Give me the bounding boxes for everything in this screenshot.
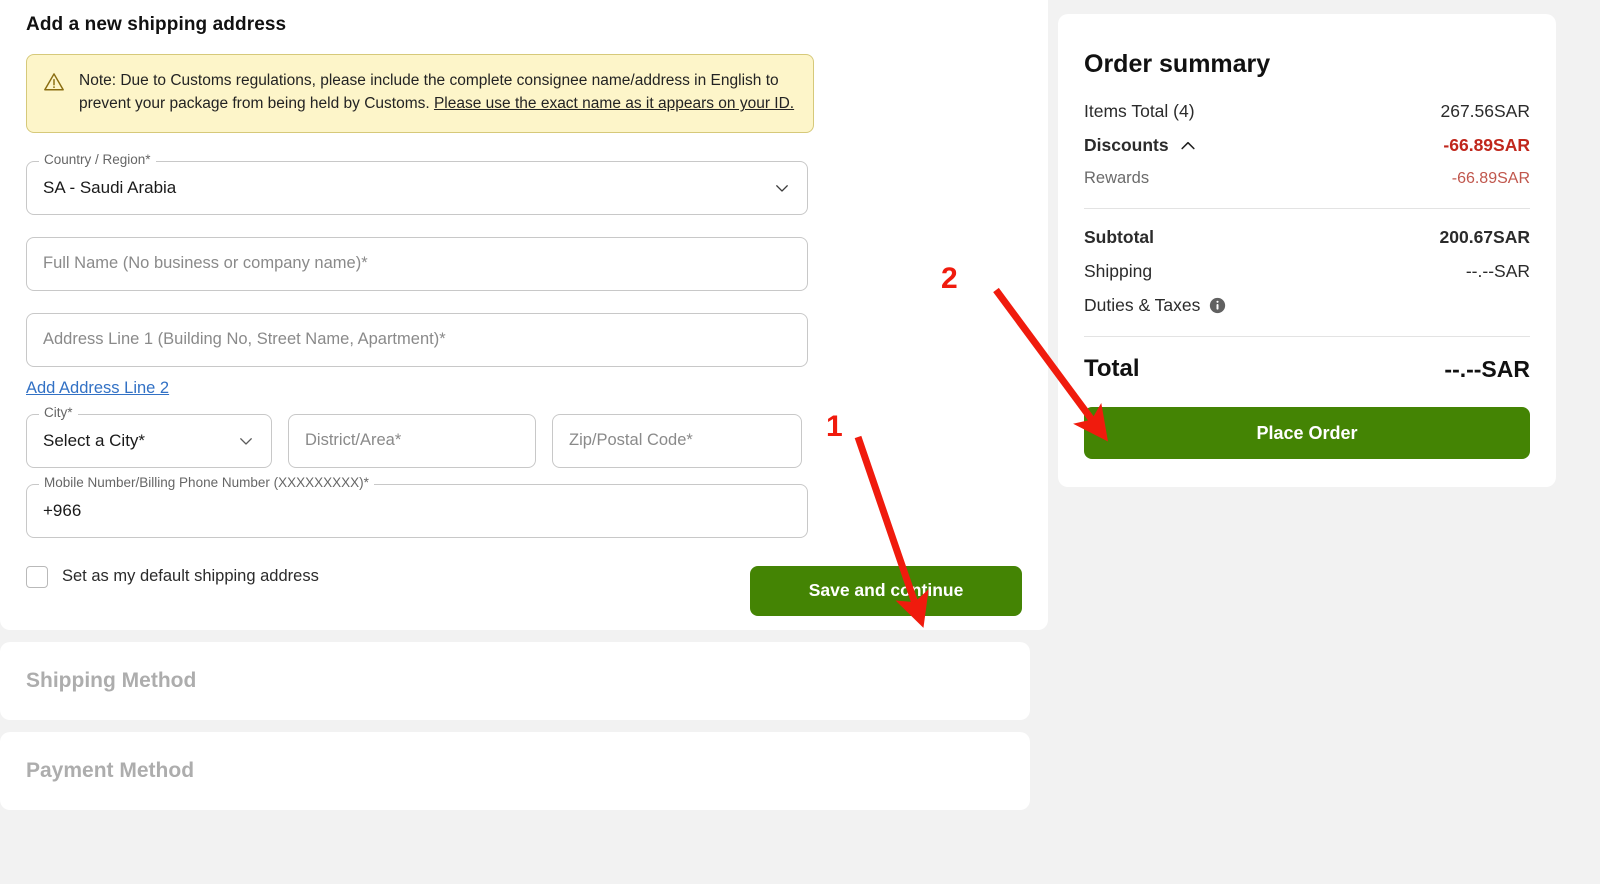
country-region-value: SA - Saudi Arabia — [43, 177, 177, 197]
zip-input[interactable]: Zip/Postal Code* — [552, 413, 802, 468]
address-line-1-input[interactable]: Address Line 1 (Building No, Street Name… — [26, 312, 808, 367]
rewards-value: -66.89SAR — [1451, 169, 1530, 187]
zip-placeholder: Zip/Postal Code* — [569, 431, 693, 449]
payment-method-section[interactable]: Payment Method — [0, 731, 1030, 810]
subtotal-row: Subtotal 200.67SAR — [1084, 227, 1530, 248]
rewards-row: Rewards -66.89SAR — [1084, 169, 1530, 188]
country-region-select[interactable]: Country / Region* SA - Saudi Arabia — [26, 152, 808, 215]
total-label: Total — [1084, 355, 1140, 382]
city-field-wrap: City* Select a City* — [26, 405, 272, 468]
full-name-placeholder: Full Name (No business or company name)* — [43, 254, 368, 272]
rewards-label: Rewards — [1084, 169, 1150, 187]
order-summary-title: Order summary — [1084, 50, 1271, 78]
shipping-label: Shipping — [1084, 261, 1153, 281]
city-label: City* — [39, 405, 78, 419]
phone-field-wrap: Mobile Number/Billing Phone Number (XXXX… — [26, 475, 808, 538]
full-name-input[interactable]: Full Name (No business or company name)* — [26, 236, 808, 291]
shipping-value: --.--SAR — [1465, 261, 1530, 281]
warning-triangle-icon — [43, 71, 65, 98]
discounts-label-group[interactable]: Discounts — [1084, 135, 1198, 156]
items-total-label: Items Total (4) — [1084, 101, 1195, 121]
shipping-method-title: Shipping Method — [26, 668, 197, 692]
save-and-continue-button[interactable]: Save and continue — [750, 565, 1022, 616]
total-row: Total --.--SAR — [1084, 355, 1530, 383]
city-district-zip-row: City* Select a City* District/Area* Zip/… — [26, 405, 1048, 468]
country-region-label: Country / Region* — [39, 152, 156, 166]
district-field-wrap: District/Area* — [288, 413, 536, 468]
checkout-left-column: Add a new shipping address Note: Due to … — [0, 0, 1048, 810]
customs-note-banner: Note: Due to Customs regulations, please… — [26, 54, 814, 133]
chevron-down-icon[interactable] — [773, 179, 791, 197]
items-total-value: 267.56SAR — [1440, 101, 1530, 121]
district-placeholder: District/Area* — [305, 431, 402, 449]
full-name-field-wrap: Full Name (No business or company name)* — [26, 236, 808, 291]
customs-note-text: Note: Due to Customs regulations, please… — [79, 69, 797, 116]
phone-label: Mobile Number/Billing Phone Number (XXXX… — [39, 475, 374, 489]
discounts-row[interactable]: Discounts -66.89SAR — [1084, 135, 1530, 156]
exact-name-link[interactable]: Please use the exact name as it appears … — [434, 95, 794, 112]
items-total-row: Items Total (4) 267.56SAR — [1084, 101, 1530, 122]
district-input[interactable]: District/Area* — [288, 413, 536, 468]
page-title: Add a new shipping address — [26, 14, 287, 35]
discounts-value: -66.89SAR — [1443, 135, 1530, 155]
checkout-page: Add a new shipping address Note: Due to … — [0, 0, 1600, 884]
chevron-up-icon[interactable] — [1178, 136, 1198, 156]
total-value: --.--SAR — [1444, 355, 1530, 382]
address-line-1-placeholder: Address Line 1 (Building No, Street Name… — [43, 330, 446, 348]
shipping-method-section[interactable]: Shipping Method — [0, 641, 1030, 720]
duties-taxes-label: Duties & Taxes — [1084, 295, 1201, 315]
summary-divider-bottom — [1084, 336, 1530, 337]
info-circle-icon[interactable] — [1209, 297, 1226, 314]
place-order-button[interactable]: Place Order — [1084, 407, 1530, 459]
order-summary-card: Order summary Items Total (4) 267.56SAR … — [1058, 14, 1556, 487]
city-select[interactable]: City* Select a City* — [26, 405, 272, 468]
shipping-row: Shipping --.--SAR — [1084, 261, 1530, 282]
phone-value: +966 — [43, 500, 82, 520]
duties-taxes-label-group: Duties & Taxes — [1084, 295, 1226, 316]
shipping-address-panel: Add a new shipping address Note: Due to … — [0, 0, 1048, 630]
default-address-checkbox[interactable] — [26, 565, 48, 588]
add-address-line-2-link[interactable]: Add Address Line 2 — [26, 379, 169, 398]
subtotal-value: 200.67SAR — [1439, 227, 1530, 247]
zip-field-wrap: Zip/Postal Code* — [552, 413, 802, 468]
default-address-label: Set as my default shipping address — [62, 567, 319, 585]
address-line-1-field-wrap: Address Line 1 (Building No, Street Name… — [26, 312, 808, 367]
city-value: Select a City* — [43, 430, 146, 450]
summary-divider-top — [1084, 208, 1530, 209]
country-region-field-wrap: Country / Region* SA - Saudi Arabia — [26, 152, 808, 215]
phone-input[interactable]: Mobile Number/Billing Phone Number (XXXX… — [26, 475, 808, 538]
discounts-label: Discounts — [1084, 135, 1169, 155]
chevron-down-icon[interactable] — [237, 432, 255, 450]
payment-method-title: Payment Method — [26, 758, 195, 782]
subtotal-label: Subtotal — [1084, 227, 1154, 247]
duties-taxes-row: Duties & Taxes — [1084, 295, 1530, 316]
